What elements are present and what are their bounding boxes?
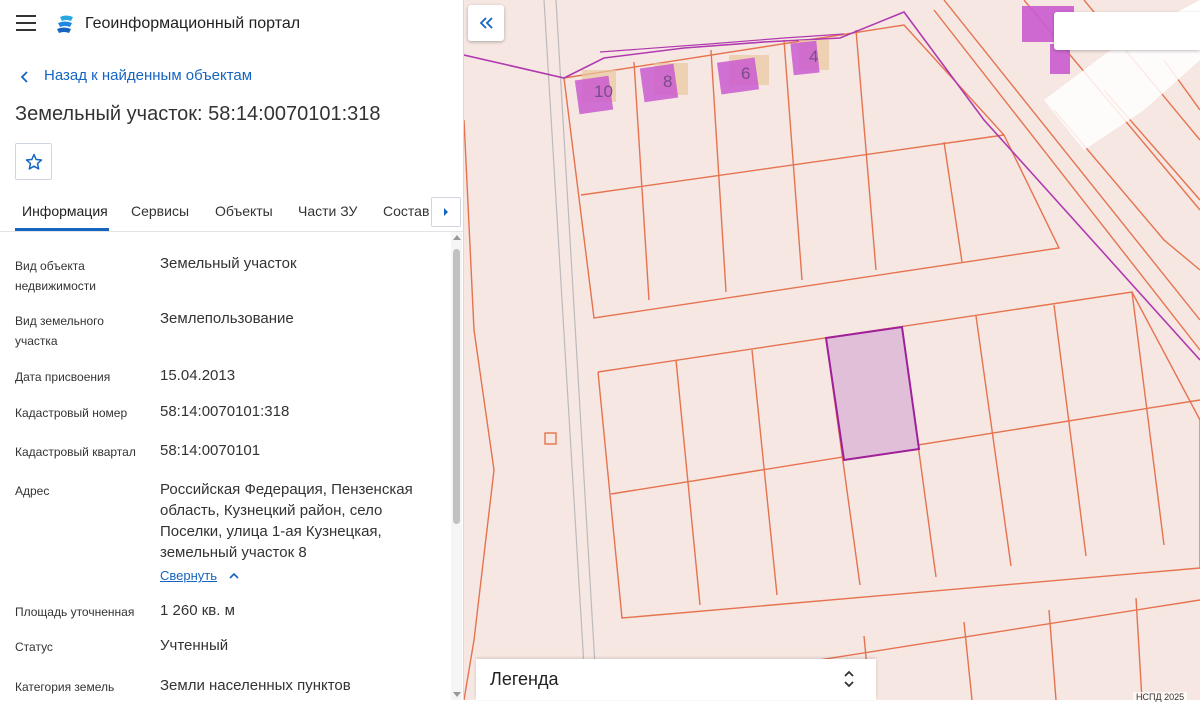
house-number-label: 8 — [663, 72, 672, 91]
map-attribution: НСПД 2025 — [1133, 692, 1188, 702]
address-value: Российская Федерация, Пензенская область… — [160, 481, 413, 561]
favorite-button[interactable] — [15, 143, 52, 180]
tab-information[interactable]: Информация — [22, 203, 108, 219]
page-title: Земельный участок: 58:14:0070101:318 — [15, 103, 381, 125]
chevron-up-icon[interactable] — [228, 571, 240, 581]
field-value: 58:14:0070101:318 — [160, 403, 290, 420]
tab-objects[interactable]: Объекты — [215, 203, 273, 219]
field-value: 1 260 кв. м — [160, 602, 235, 619]
tab-bar: Информация Сервисы Объекты Части ЗУ Сост… — [0, 193, 463, 232]
field-value: Земельный участок — [160, 255, 297, 272]
tab-parts[interactable]: Части ЗУ — [298, 203, 357, 219]
legend-panel[interactable]: Легенда — [476, 659, 876, 700]
scroll-up-arrow-icon[interactable] — [453, 235, 461, 240]
app-header: Геоинформационный портал — [0, 0, 463, 50]
caret-right-icon — [444, 208, 448, 216]
field-label: Дата присвоения — [15, 370, 111, 384]
app-title: Геоинформационный портал — [85, 15, 301, 32]
field-label: Адрес — [15, 484, 50, 498]
field-value: 15.04.2013 — [160, 367, 236, 384]
tab-services[interactable]: Сервисы — [131, 203, 189, 219]
collapse-link[interactable]: Свернуть — [160, 568, 217, 583]
field-label: Категория земель — [15, 680, 115, 694]
info-panel: Геоинформационный портал Назад к найденн… — [0, 0, 464, 700]
field-label: Вид объекта недвижимости — [15, 259, 96, 293]
chevron-left-icon — [20, 71, 28, 83]
field-label: Статус — [15, 640, 53, 654]
field-value: 58:14:0070101 — [160, 442, 261, 459]
double-chevron-left-icon — [479, 17, 493, 29]
star-outline-icon — [25, 153, 42, 170]
field-label: Кадастровый номер — [15, 406, 128, 420]
collapse-panel-button[interactable] — [468, 5, 504, 41]
portal-logo-icon — [57, 15, 73, 33]
legend-label: Легенда — [490, 669, 559, 689]
cadastral-map[interactable]: 10 8 6 4 — [464, 0, 1200, 700]
house-number-label: 4 — [809, 47, 818, 66]
scrollbar-thumb[interactable] — [453, 249, 460, 524]
scroll-down-arrow-icon[interactable] — [453, 692, 461, 697]
field-value: Землепользование — [160, 310, 294, 327]
map-canvas[interactable]: 10 8 6 4 — [464, 0, 1200, 700]
info-list: Вид объекта недвижимости Земельный участ… — [0, 232, 450, 700]
scrollbar[interactable] — [451, 232, 462, 700]
house-number-label: 10 — [594, 82, 613, 101]
field-value: Земли населенных пунктов — [160, 677, 351, 694]
field-value: Учтенный — [160, 637, 229, 654]
field-label: Кадастровый квартал — [15, 445, 136, 459]
tabs-next-button[interactable] — [431, 197, 461, 227]
tab-composition[interactable]: Состав — [383, 203, 429, 219]
field-label: Вид земельного участка — [15, 314, 104, 348]
map-search-box[interactable] — [1054, 12, 1200, 50]
active-tab-indicator — [15, 228, 109, 231]
house-number-label: 6 — [741, 64, 750, 83]
hamburger-icon[interactable] — [16, 15, 36, 33]
chevron-updown-icon[interactable] — [842, 668, 856, 690]
field-label: Площадь уточненная — [15, 605, 135, 619]
back-link-label: Назад к найденным объектам — [44, 67, 253, 84]
